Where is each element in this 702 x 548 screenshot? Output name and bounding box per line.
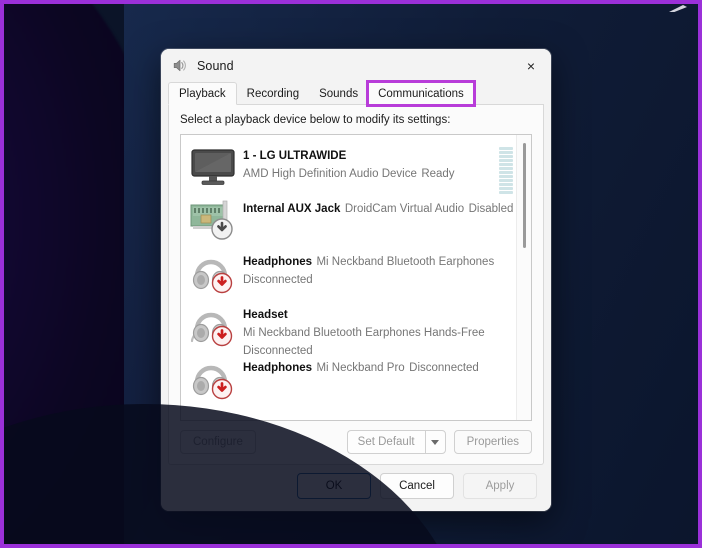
device-status: Disabled xyxy=(469,203,514,215)
list-item-text: Headphones Mi Neckband Pro Disconnected xyxy=(243,355,525,376)
device-name: Headset xyxy=(243,309,288,321)
list-scrollbar[interactable] xyxy=(516,135,531,420)
tab-recording-label: Recording xyxy=(247,88,299,100)
device-description: Mi Neckband Bluetooth Earphones xyxy=(316,256,494,268)
speaker-icon xyxy=(171,57,188,74)
headphones-icon xyxy=(189,355,237,401)
headphones-icon xyxy=(189,249,237,295)
device-status: Ready xyxy=(421,168,454,180)
headset-icon xyxy=(189,302,237,348)
playback-pane: Select a playback device below to modify… xyxy=(168,105,544,465)
list-item[interactable]: Headphones Mi Neckband Pro Disconnected xyxy=(181,351,531,404)
window-title: Sound xyxy=(197,59,234,73)
action-button-row: Configure Set Default Properties xyxy=(180,421,532,464)
configure-button[interactable]: Configure xyxy=(180,430,256,454)
device-rows: 1 - LG ULTRAWIDE AMD High Definition Aud… xyxy=(181,135,531,420)
device-name: Headphones xyxy=(243,362,312,374)
device-description: Mi Neckband Pro xyxy=(316,362,404,374)
device-name: Headphones xyxy=(243,256,312,268)
ok-button[interactable]: OK xyxy=(297,473,371,499)
chevron-down-icon xyxy=(431,440,439,445)
device-list[interactable]: 1 - LG ULTRAWIDE AMD High Definition Aud… xyxy=(180,134,532,421)
monitor-icon xyxy=(189,143,237,189)
properties-button[interactable]: Properties xyxy=(454,430,532,454)
device-description: AMD High Definition Audio Device xyxy=(243,168,417,180)
list-item[interactable]: Headphones Mi Neckband Bluetooth Earphon… xyxy=(181,245,531,298)
cancel-button[interactable]: Cancel xyxy=(380,473,454,499)
list-item[interactable]: Internal AUX Jack DroidCam Virtual Audio… xyxy=(181,192,531,245)
soundcard-icon xyxy=(189,196,237,242)
scrollbar-thumb[interactable] xyxy=(523,143,526,248)
device-name: 1 - LG ULTRAWIDE xyxy=(243,150,346,162)
apply-button[interactable]: Apply xyxy=(463,473,537,499)
close-icon[interactable]: × xyxy=(511,49,551,82)
partial-list-item xyxy=(189,410,237,420)
device-name: Internal AUX Jack xyxy=(243,203,340,215)
dialog-footer: OK Cancel Apply xyxy=(161,465,551,511)
list-item[interactable]: Headset Mi Neckband Bluetooth Earphones … xyxy=(181,298,531,351)
tab-communications[interactable]: Communications xyxy=(368,82,474,105)
tab-sounds-label: Sounds xyxy=(319,88,358,100)
device-description: Mi Neckband Bluetooth Earphones Hands-Fr… xyxy=(243,327,485,339)
volume-meter xyxy=(499,147,513,194)
sound-dialog: Sound × Playback Recording Sounds Commun… xyxy=(161,49,551,511)
tab-communications-label: Communications xyxy=(378,88,464,100)
corner-artifact xyxy=(669,5,687,12)
tab-strip: Playback Recording Sounds Communications xyxy=(161,82,551,105)
desktop-background: Sound × Playback Recording Sounds Commun… xyxy=(0,0,702,548)
pane-hint: Select a playback device below to modify… xyxy=(180,114,532,126)
set-default-dropdown-button[interactable] xyxy=(425,430,446,454)
list-item-text: Internal AUX Jack DroidCam Virtual Audio… xyxy=(243,196,525,217)
set-default-button[interactable]: Set Default xyxy=(347,430,425,454)
device-status: Disconnected xyxy=(243,274,313,286)
tab-sounds[interactable]: Sounds xyxy=(309,82,368,105)
title-bar: Sound × xyxy=(161,49,551,82)
tab-recording[interactable]: Recording xyxy=(237,82,309,105)
device-description: DroidCam Virtual Audio xyxy=(345,203,464,215)
tab-playback[interactable]: Playback xyxy=(168,82,237,105)
tab-playback-label: Playback xyxy=(179,88,226,100)
device-status: Disconnected xyxy=(409,362,479,374)
list-item[interactable]: 1 - LG ULTRAWIDE AMD High Definition Aud… xyxy=(181,139,531,192)
set-default-split-button[interactable]: Set Default xyxy=(347,430,446,454)
list-item-text: Headphones Mi Neckband Bluetooth Earphon… xyxy=(243,249,525,288)
list-item-text: 1 - LG ULTRAWIDE AMD High Definition Aud… xyxy=(243,143,495,182)
list-item-text: Headset Mi Neckband Bluetooth Earphones … xyxy=(243,302,525,359)
